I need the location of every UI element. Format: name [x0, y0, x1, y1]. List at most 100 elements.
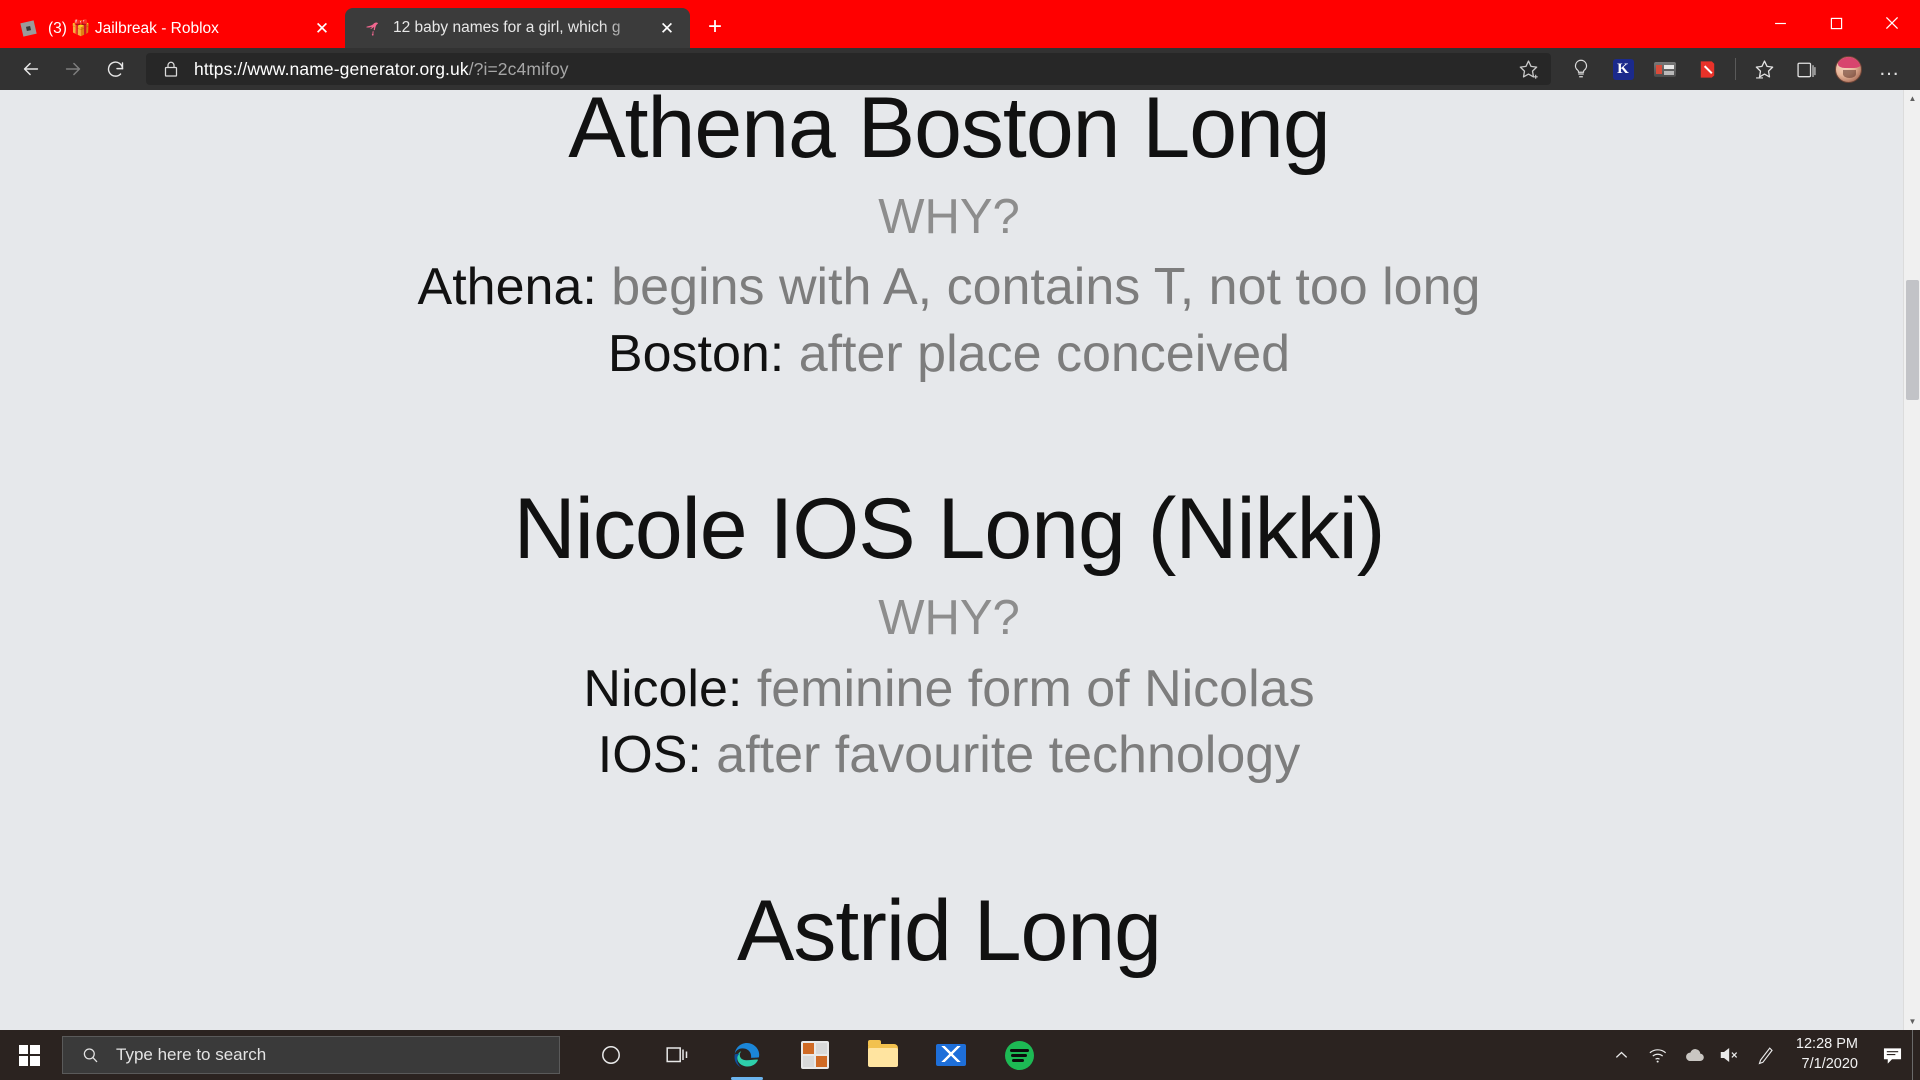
page-viewport: Athena Boston Long WHY? Athena: begins w… [0, 90, 1920, 1030]
windows-taskbar: Type here to search 12:28 PM 7/1/2020 [0, 1030, 1920, 1080]
taskbar-app-file-explorer[interactable] [854, 1030, 912, 1080]
microsoft-edge-icon [734, 1043, 760, 1068]
notification-center-button[interactable] [1872, 1030, 1912, 1080]
scroll-up-button[interactable]: ▲ [1904, 90, 1920, 107]
url-path: /?i=2c4mifoy [468, 58, 569, 79]
name-entry: Astrid Long [0, 885, 1898, 978]
refresh-button[interactable] [94, 52, 136, 86]
back-button[interactable] [10, 52, 52, 86]
microsoft-store-icon [801, 1041, 829, 1069]
name-reason: Nicole: feminine form of Nicolas [583, 659, 1315, 718]
minimize-button[interactable] [1752, 0, 1808, 46]
screen-capture-glyph [1654, 61, 1676, 77]
reason-explanation: begins with A, contains T, not too long [611, 258, 1481, 317]
settings-and-more-button[interactable]: … [1870, 52, 1910, 86]
tab-title: 12 baby names for a girl, which g [393, 19, 621, 36]
taskbar-app-mail[interactable] [922, 1030, 980, 1080]
clock-date: 7/1/2020 [1801, 1056, 1858, 1072]
page-scrollbar[interactable]: ▲ ▼ [1903, 90, 1920, 1030]
tab-close-button[interactable]: ✕ [307, 13, 337, 43]
avatar [1834, 55, 1862, 83]
task-view-icon [666, 1047, 688, 1063]
show-desktop-button[interactable] [1912, 1030, 1920, 1080]
adblock-extension-icon[interactable] [1687, 52, 1727, 86]
roblox-icon [18, 18, 38, 38]
screen-capture-extension-icon[interactable] [1645, 52, 1685, 86]
why-label: WHY? [878, 591, 1020, 646]
cortana-circle-icon [602, 1046, 620, 1064]
collections-button[interactable] [1786, 52, 1826, 86]
url-text: https://www.name-generator.org.uk/?i=2c4… [194, 59, 1511, 80]
tab-strip: (3) 🎁 Jailbreak - Roblox ✕ 12 baby names… [0, 0, 1920, 48]
file-explorer-icon [868, 1039, 898, 1067]
mail-icon [936, 1044, 966, 1066]
cloud-glyph [1685, 1049, 1704, 1061]
browser-tab-name-generator[interactable]: 12 baby names for a girl, which g ✕ [345, 8, 690, 48]
kami-extension-icon[interactable]: K [1603, 52, 1643, 86]
name-reason: IOS: after favourite technology [597, 726, 1301, 785]
lightbulb-extension-icon[interactable] [1561, 52, 1601, 86]
address-bar[interactable]: https://www.name-generator.org.uk/?i=2c4… [146, 53, 1551, 85]
browser-window: (3) 🎁 Jailbreak - Roblox ✕ 12 baby names… [0, 0, 1920, 1080]
wifi-icon[interactable] [1640, 1030, 1676, 1080]
name-reason: Athena: begins with A, contains T, not t… [417, 258, 1481, 317]
reason-explanation: after place conceived [798, 324, 1291, 383]
onedrive-cloud-icon[interactable] [1676, 1030, 1712, 1080]
bookmark-star-icon[interactable] [1511, 58, 1545, 81]
taskbar-app-spotify[interactable] [990, 1030, 1048, 1080]
scrollbar-thumb[interactable] [1906, 280, 1919, 400]
baby-name-heading: Athena Boston Long [568, 90, 1330, 176]
name-entry: Nicole IOS Long (Nikki) WHY? Nicole: fem… [0, 483, 1898, 788]
scroll-down-button[interactable]: ▼ [1904, 1013, 1920, 1030]
task-view-button[interactable] [650, 1030, 708, 1080]
close-button[interactable] [1864, 0, 1920, 46]
reason-part: Athena [417, 258, 583, 317]
taskbar-clock[interactable]: 12:28 PM 7/1/2020 [1784, 1035, 1872, 1074]
new-tab-button[interactable]: + [696, 8, 734, 46]
reason-part: Nicole [583, 659, 728, 718]
toolbar-separator [1735, 58, 1736, 80]
page-content: Athena Boston Long WHY? Athena: begins w… [0, 90, 1898, 978]
reason-explanation: after favourite technology [716, 726, 1301, 785]
baby-name-heading: Astrid Long [736, 882, 1162, 979]
ellipsis-icon: … [1878, 57, 1902, 80]
flamingo-icon [363, 18, 383, 38]
forward-button[interactable] [52, 52, 94, 86]
reason-part: IOS [597, 726, 688, 785]
maximize-button[interactable] [1808, 0, 1864, 46]
taskbar-search-box[interactable]: Type here to search [62, 1036, 560, 1074]
system-tray: 12:28 PM 7/1/2020 [1604, 1030, 1920, 1080]
profile-avatar[interactable] [1828, 52, 1868, 86]
extension-icons: K … [1561, 52, 1910, 86]
reason-part: Boston [607, 324, 770, 383]
show-hidden-icons-chevron[interactable] [1604, 1030, 1640, 1080]
baby-name-heading: Nicole IOS Long (Nikki) [513, 481, 1386, 578]
search-icon [83, 1047, 98, 1062]
tab-title: (3) 🎁 Jailbreak - Roblox [48, 19, 219, 37]
taskbar-app-microsoft-edge[interactable] [718, 1030, 776, 1080]
start-button[interactable] [0, 1030, 58, 1080]
url-domain: name-generator.org.uk [289, 58, 469, 79]
lock-icon [160, 60, 182, 78]
clock-time: 12:28 PM [1795, 1036, 1858, 1053]
kami-letter: K [1612, 58, 1634, 80]
name-entry: Athena Boston Long WHY? Athena: begins w… [0, 90, 1898, 387]
notification-icon [1883, 1047, 1901, 1064]
taskbar-app-microsoft-store[interactable] [786, 1030, 844, 1080]
browser-tab-roblox[interactable]: (3) 🎁 Jailbreak - Roblox ✕ [0, 8, 345, 48]
why-label: WHY? [878, 189, 1020, 244]
taskbar-app-icons [582, 1030, 1048, 1080]
pen-icon[interactable] [1748, 1030, 1784, 1080]
favorites-button[interactable] [1744, 52, 1784, 86]
taskbar-search-placeholder: Type here to search [116, 1045, 267, 1064]
spotify-icon [1004, 1040, 1034, 1070]
windows-logo-icon [18, 1044, 40, 1066]
tab-close-button[interactable]: ✕ [652, 13, 682, 43]
volume-muted-icon[interactable] [1712, 1030, 1748, 1080]
reason-explanation: feminine form of Nicolas [756, 659, 1315, 718]
cortana-button[interactable] [582, 1030, 640, 1080]
window-controls [1752, 0, 1920, 46]
url-scheme: https://www. [194, 58, 290, 79]
